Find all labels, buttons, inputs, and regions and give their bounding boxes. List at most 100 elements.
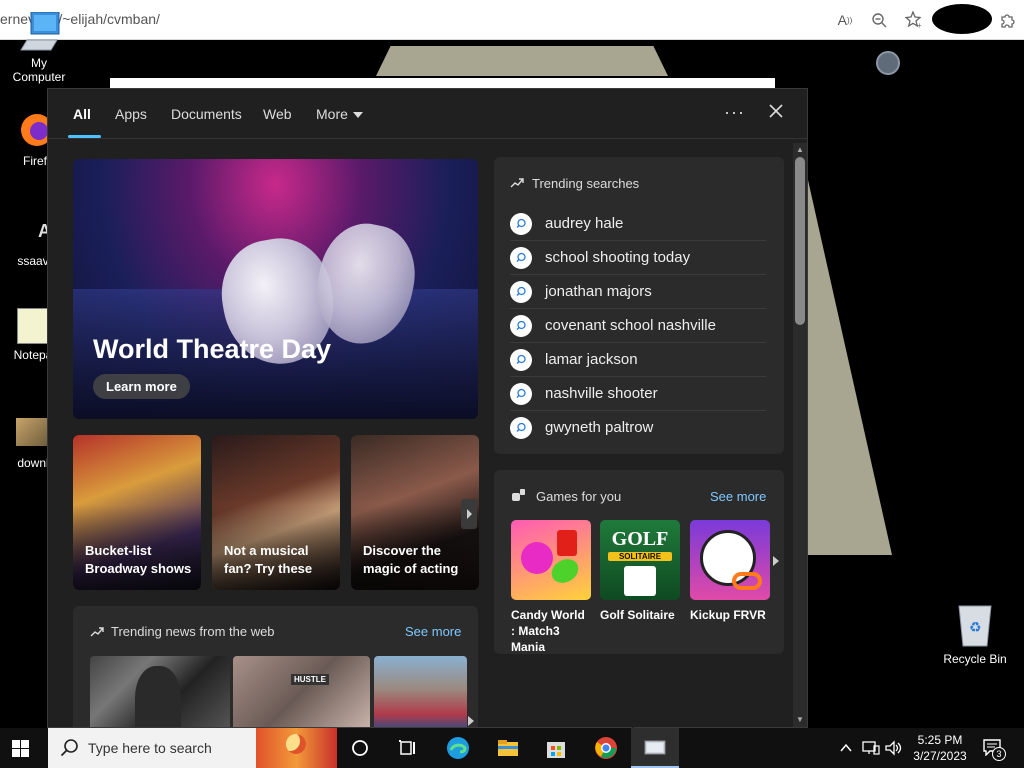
frvr-logo-icon bbox=[732, 572, 762, 590]
trending-search-item[interactable]: covenant school nashville bbox=[510, 309, 766, 343]
moon-icon bbox=[286, 734, 306, 754]
trending-searches-card: Trending searches audrey hale school sho… bbox=[494, 157, 784, 454]
chevron-up-icon[interactable] bbox=[839, 741, 853, 755]
story-card-broadway[interactable]: Bucket-list Broadway shows bbox=[73, 435, 201, 590]
trending-search-item[interactable]: school shooting today bbox=[510, 241, 766, 275]
notification-center-button[interactable]: 3 bbox=[982, 738, 1006, 761]
trending-search-text: covenant school nashville bbox=[545, 317, 716, 334]
network-icon[interactable] bbox=[862, 740, 880, 756]
more-options-button[interactable]: ··· bbox=[724, 102, 745, 123]
taskbar-clock[interactable]: 5:25 PM 3/27/2023 bbox=[910, 732, 970, 764]
games-next-button[interactable] bbox=[770, 554, 782, 568]
chevron-right-icon bbox=[468, 716, 474, 726]
news-thumbnail-1[interactable] bbox=[90, 656, 230, 727]
desktop-icon-label: Firef bbox=[23, 154, 47, 168]
volume-icon[interactable] bbox=[885, 740, 903, 756]
news-person-silhouette bbox=[135, 666, 181, 727]
app-icon: A bbox=[38, 221, 51, 241]
game-tile bbox=[511, 520, 591, 600]
news-thumbnail-2[interactable]: HUSTLE bbox=[233, 656, 370, 727]
task-view-icon[interactable] bbox=[396, 736, 420, 760]
story-card-not-a-musical[interactable]: Not a musical fan? Try these bbox=[212, 435, 340, 590]
close-icon[interactable] bbox=[766, 101, 786, 121]
scroll-up-icon[interactable]: ▲ bbox=[795, 145, 805, 155]
chevron-down-icon bbox=[352, 112, 363, 119]
tab-web[interactable]: Web bbox=[263, 106, 292, 122]
story-caption: Bucket-list Broadway shows bbox=[85, 543, 192, 576]
trending-search-text: gwyneth paltrow bbox=[545, 419, 654, 436]
computer-icon bbox=[20, 12, 60, 51]
trending-search-item[interactable]: lamar jackson bbox=[510, 343, 766, 377]
cortana-icon[interactable] bbox=[348, 736, 372, 760]
story-caption: Discover the magic of acting bbox=[363, 543, 459, 576]
desktop-icon-label: ssaav bbox=[17, 254, 49, 268]
trending-search-item[interactable]: jonathan majors bbox=[510, 275, 766, 309]
learn-more-button[interactable]: Learn more bbox=[93, 374, 190, 399]
game-name: Candy World : Match3 Mania bbox=[511, 608, 585, 654]
game-candy-world[interactable]: Candy World : Match3 Mania bbox=[511, 520, 591, 655]
taskbar-search-box[interactable]: Type here to search bbox=[48, 728, 256, 768]
trending-searches-title: Trending searches bbox=[532, 176, 640, 191]
active-app-highlight[interactable] bbox=[631, 728, 679, 768]
taskbar: Type here to search 5:25 PM 3/27/2023 3 bbox=[0, 728, 1024, 768]
windows-start-icon[interactable] bbox=[12, 740, 29, 757]
game-kickup-frvr[interactable]: Kickup FRVR bbox=[690, 520, 770, 623]
desktop-icon-label: Recycle Bin bbox=[943, 652, 1007, 666]
tab-apps[interactable]: Apps bbox=[115, 106, 147, 122]
scroll-down-icon[interactable]: ▼ bbox=[795, 715, 805, 725]
extensions-icon[interactable] bbox=[996, 9, 1018, 31]
favorite-star-icon[interactable]: + bbox=[903, 9, 925, 31]
tab-more[interactable]: More bbox=[316, 106, 363, 122]
search-icon bbox=[510, 315, 532, 337]
chrome-icon[interactable] bbox=[594, 736, 618, 760]
game-name: Golf Solitaire bbox=[600, 608, 675, 622]
zoom-out-icon[interactable] bbox=[868, 9, 890, 31]
search-icon bbox=[510, 349, 532, 371]
profile-avatar[interactable] bbox=[932, 4, 992, 34]
scroll-thumb[interactable] bbox=[795, 157, 805, 325]
story-card-magic-of-acting[interactable]: Discover the magic of acting bbox=[351, 435, 479, 590]
background-window-top bbox=[376, 46, 668, 76]
tab-documents[interactable]: Documents bbox=[171, 106, 242, 122]
game-name: Kickup FRVR bbox=[690, 608, 766, 622]
active-tab-indicator bbox=[68, 135, 101, 138]
taskbar-search-placeholder: Type here to search bbox=[88, 740, 212, 756]
game-golf-solitaire[interactable]: GOLF SOLITAIRE Golf Solitaire bbox=[600, 520, 680, 623]
trending-search-text: audrey hale bbox=[545, 215, 624, 232]
news-thumbnail-3[interactable] bbox=[374, 656, 467, 727]
search-highlight-image[interactable] bbox=[256, 728, 337, 768]
image-thumbnail-icon bbox=[16, 418, 50, 446]
trending-search-text: nashville shooter bbox=[545, 385, 658, 402]
microsoft-store-icon[interactable] bbox=[544, 736, 568, 760]
search-flyout: All Apps Documents Web More ··· World Th… bbox=[47, 88, 808, 728]
trending-news-see-more-link[interactable]: See more bbox=[405, 624, 461, 639]
hero-card-world-theatre-day[interactable]: World Theatre Day Learn more bbox=[73, 159, 478, 419]
svg-text:♻: ♻ bbox=[969, 619, 982, 635]
tab-more-label: More bbox=[316, 106, 348, 122]
trending-search-item[interactable]: nashville shooter bbox=[510, 377, 766, 411]
svg-text:+: + bbox=[917, 21, 922, 29]
clock-date: 3/27/2023 bbox=[913, 749, 967, 763]
desktop-icon-my-computer[interactable]: My Computer bbox=[4, 12, 74, 84]
news-next-button[interactable] bbox=[465, 714, 477, 727]
trending-search-item[interactable]: gwyneth paltrow bbox=[510, 411, 766, 445]
desktop-icon-recycle-bin[interactable]: ♻ Recycle Bin bbox=[940, 602, 1010, 666]
search-icon bbox=[510, 417, 532, 439]
candy-icon bbox=[557, 530, 577, 556]
tab-all[interactable]: All bbox=[73, 106, 91, 122]
search-icon bbox=[60, 739, 78, 757]
search-tabs: All Apps Documents Web More ··· bbox=[48, 89, 807, 139]
games-card: Games for you See more Candy World : Mat… bbox=[494, 470, 784, 654]
read-aloud-icon[interactable]: A)) bbox=[834, 9, 856, 31]
trending-search-item[interactable]: audrey hale bbox=[510, 207, 766, 241]
file-explorer-icon[interactable] bbox=[496, 736, 520, 760]
stories-next-button[interactable] bbox=[461, 499, 477, 529]
news-thumbnail-text: HUSTLE bbox=[291, 674, 329, 685]
games-see-more-link[interactable]: See more bbox=[710, 489, 766, 504]
desktop-icon-label: downl bbox=[17, 456, 49, 470]
edge-icon[interactable] bbox=[446, 736, 470, 760]
golf-title-text: GOLF bbox=[611, 528, 669, 550]
game-tile bbox=[690, 520, 770, 600]
desktop-circle-icon[interactable] bbox=[876, 51, 900, 75]
flyout-scrollbar[interactable]: ▲ ▼ bbox=[793, 143, 807, 727]
